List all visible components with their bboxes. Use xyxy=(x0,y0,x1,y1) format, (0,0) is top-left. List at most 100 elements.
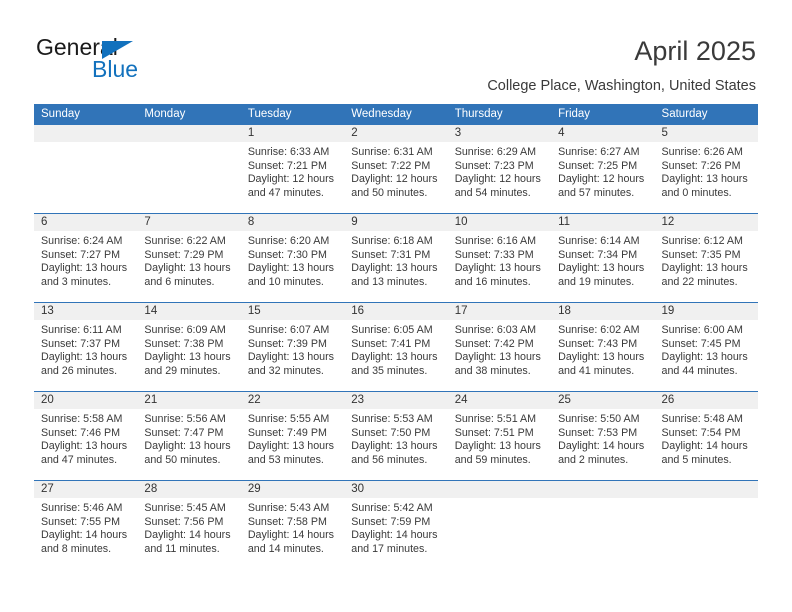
daylight-text-line2: and 38 minutes. xyxy=(454,364,531,377)
day-cell-empty xyxy=(137,142,240,213)
day-cell[interactable]: Sunrise: 6:07 AM Sunset: 7:39 PM Daylight:… xyxy=(241,320,344,391)
sunset-text: Sunset: 7:25 PM xyxy=(558,159,638,172)
sunset-text: Sunset: 7:29 PM xyxy=(144,248,224,261)
day-cell[interactable]: Sunrise: 5:43 AM Sunset: 7:58 PM Daylight:… xyxy=(241,498,344,569)
day-number[interactable]: 21 xyxy=(137,392,240,409)
day-number[interactable]: 2 xyxy=(344,125,447,142)
day-number[interactable]: 11 xyxy=(551,214,654,231)
day-number[interactable]: 6 xyxy=(34,214,137,231)
daylight-text-line2: and 13 minutes. xyxy=(351,275,428,288)
day-cell[interactable]: Sunrise: 6:11 AM Sunset: 7:37 PM Daylight:… xyxy=(34,320,137,391)
weekday-header-sunday: Sunday xyxy=(41,108,81,120)
day-cell[interactable]: Sunrise: 5:42 AM Sunset: 7:59 PM Daylight:… xyxy=(344,498,447,569)
sunset-text: Sunset: 7:42 PM xyxy=(454,337,534,350)
day-cell[interactable]: Sunrise: 6:14 AM Sunset: 7:34 PM Daylight:… xyxy=(551,231,654,302)
day-cell[interactable]: Sunrise: 5:48 AM Sunset: 7:54 PM Daylight:… xyxy=(655,409,758,480)
sunset-text: Sunset: 7:41 PM xyxy=(351,337,431,350)
sunset-text: Sunset: 7:46 PM xyxy=(41,426,121,439)
day-number[interactable]: 8 xyxy=(241,214,344,231)
day-cell[interactable]: Sunrise: 5:55 AM Sunset: 7:49 PM Daylight:… xyxy=(241,409,344,480)
day-cell[interactable]: Sunrise: 6:00 AM Sunset: 7:45 PM Daylight:… xyxy=(655,320,758,391)
sunrise-text: Sunrise: 5:55 AM xyxy=(247,413,330,425)
sunrise-text: Sunrise: 6:33 AM xyxy=(247,146,330,158)
sunset-text: Sunset: 7:26 PM xyxy=(661,159,741,172)
daylight-text-line2: and 22 minutes. xyxy=(661,275,738,288)
daylight-text-line2: and 29 minutes. xyxy=(144,364,221,377)
day-cell[interactable]: Sunrise: 5:50 AM Sunset: 7:53 PM Daylight:… xyxy=(551,409,654,480)
weekday-header-row: Sunday Monday Tuesday Wednesday Thursday… xyxy=(34,104,758,125)
day-number[interactable]: 30 xyxy=(344,481,447,498)
day-cell[interactable]: Sunrise: 5:58 AM Sunset: 7:46 PM Daylight:… xyxy=(34,409,137,480)
week-day-number-band: 13 14 15 16 17 18 19 xyxy=(34,303,758,320)
day-number[interactable]: 1 xyxy=(241,125,344,142)
day-number[interactable]: 14 xyxy=(137,303,240,320)
day-number[interactable]: 26 xyxy=(655,392,758,409)
day-number[interactable]: 27 xyxy=(34,481,137,498)
day-number[interactable]: 10 xyxy=(448,214,551,231)
day-number[interactable]: 3 xyxy=(448,125,551,142)
day-number[interactable]: 13 xyxy=(34,303,137,320)
sunset-text: Sunset: 7:22 PM xyxy=(351,159,431,172)
daylight-text-line1: Daylight: 14 hours xyxy=(144,529,231,542)
daylight-text-line1: Daylight: 12 hours xyxy=(247,173,334,186)
day-cell[interactable]: Sunrise: 6:09 AM Sunset: 7:38 PM Daylight:… xyxy=(137,320,240,391)
sunrise-text: Sunrise: 6:26 AM xyxy=(661,146,743,158)
day-number[interactable]: 15 xyxy=(241,303,344,320)
day-cell[interactable]: Sunrise: 5:51 AM Sunset: 7:51 PM Daylight:… xyxy=(448,409,551,480)
day-cell[interactable]: Sunrise: 6:02 AM Sunset: 7:43 PM Daylight:… xyxy=(551,320,654,391)
day-number[interactable]: 23 xyxy=(344,392,447,409)
day-number[interactable]: 24 xyxy=(448,392,551,409)
day-number[interactable]: 18 xyxy=(551,303,654,320)
day-number[interactable]: 19 xyxy=(655,303,758,320)
calendar-weeks: 1 2 3 4 5 Sunrise: 6:33 AM Sunset: 7:21 PM Dayl… xyxy=(34,125,758,569)
sunrise-text: Sunrise: 5:56 AM xyxy=(144,413,226,425)
day-number[interactable]: 12 xyxy=(655,214,758,231)
day-number[interactable]: 29 xyxy=(241,481,344,498)
daylight-text-line1: Daylight: 13 hours xyxy=(351,351,438,364)
day-cell[interactable]: Sunrise: 6:24 AM Sunset: 7:27 PM Daylight:… xyxy=(34,231,137,302)
sunrise-text: Sunrise: 6:14 AM xyxy=(558,235,640,247)
calendar-week-row: 27 28 29 30 Sunrise: 5:46 AM Sunset: 7:55 PM D… xyxy=(34,480,758,569)
sunrise-text: Sunrise: 6:03 AM xyxy=(454,324,537,336)
day-cell[interactable]: Sunrise: 5:45 AM Sunset: 7:56 PM Daylight:… xyxy=(137,498,240,569)
day-cell[interactable]: Sunrise: 6:20 AM Sunset: 7:30 PM Daylight:… xyxy=(241,231,344,302)
day-number[interactable]: 17 xyxy=(448,303,551,320)
day-cell[interactable]: Sunrise: 5:46 AM Sunset: 7:55 PM Daylight:… xyxy=(34,498,137,569)
day-cell[interactable]: Sunrise: 6:18 AM Sunset: 7:31 PM Daylight:… xyxy=(344,231,447,302)
day-cell[interactable]: Sunrise: 6:03 AM Sunset: 7:42 PM Daylight:… xyxy=(448,320,551,391)
daylight-text-line2: and 3 minutes. xyxy=(41,275,112,288)
sunrise-text: Sunrise: 6:22 AM xyxy=(144,235,226,247)
day-cell[interactable]: Sunrise: 6:05 AM Sunset: 7:41 PM Daylight:… xyxy=(344,320,447,391)
day-number[interactable]: 20 xyxy=(34,392,137,409)
day-cell[interactable]: Sunrise: 6:27 AM Sunset: 7:25 PM Daylight:… xyxy=(551,142,654,213)
daylight-text-line1: Daylight: 13 hours xyxy=(41,262,128,275)
daylight-text-line2: and 14 minutes. xyxy=(247,542,324,555)
weekday-header-tuesday: Tuesday xyxy=(247,108,292,120)
day-number[interactable]: 9 xyxy=(344,214,447,231)
sunset-text: Sunset: 7:43 PM xyxy=(558,337,638,350)
sunset-text: Sunset: 7:37 PM xyxy=(41,337,121,350)
day-number[interactable]: 5 xyxy=(655,125,758,142)
daylight-text-line2: and 56 minutes. xyxy=(351,453,428,466)
day-cell[interactable]: Sunrise: 5:53 AM Sunset: 7:50 PM Daylight:… xyxy=(344,409,447,480)
day-cell[interactable]: Sunrise: 6:31 AM Sunset: 7:22 PM Daylight:… xyxy=(344,142,447,213)
day-number[interactable]: 16 xyxy=(344,303,447,320)
day-cell[interactable]: Sunrise: 6:22 AM Sunset: 7:29 PM Daylight:… xyxy=(137,231,240,302)
sunset-text: Sunset: 7:54 PM xyxy=(661,426,741,439)
calendar-week-row: 20 21 22 23 24 25 26 Sunrise: 5:58 AM Sunset: 7:… xyxy=(34,391,758,480)
day-cell[interactable]: Sunrise: 6:16 AM Sunset: 7:33 PM Daylight:… xyxy=(448,231,551,302)
day-number[interactable]: 28 xyxy=(137,481,240,498)
day-cell[interactable]: Sunrise: 6:26 AM Sunset: 7:26 PM Daylight:… xyxy=(655,142,758,213)
daylight-text-line1: Daylight: 13 hours xyxy=(661,173,748,186)
day-number[interactable]: 4 xyxy=(551,125,654,142)
day-cell[interactable]: Sunrise: 6:33 AM Sunset: 7:21 PM Daylight:… xyxy=(241,142,344,213)
page-title: April 2025 xyxy=(634,36,756,66)
day-cell-empty xyxy=(655,498,758,569)
sunrise-text: Sunrise: 6:11 AM xyxy=(41,324,122,336)
day-number[interactable]: 25 xyxy=(551,392,654,409)
day-number[interactable]: 22 xyxy=(241,392,344,409)
day-cell[interactable]: Sunrise: 6:12 AM Sunset: 7:35 PM Daylight:… xyxy=(655,231,758,302)
day-cell[interactable]: Sunrise: 6:29 AM Sunset: 7:23 PM Daylight:… xyxy=(448,142,551,213)
day-number[interactable]: 7 xyxy=(137,214,240,231)
day-cell[interactable]: Sunrise: 5:56 AM Sunset: 7:47 PM Daylight:… xyxy=(137,409,240,480)
